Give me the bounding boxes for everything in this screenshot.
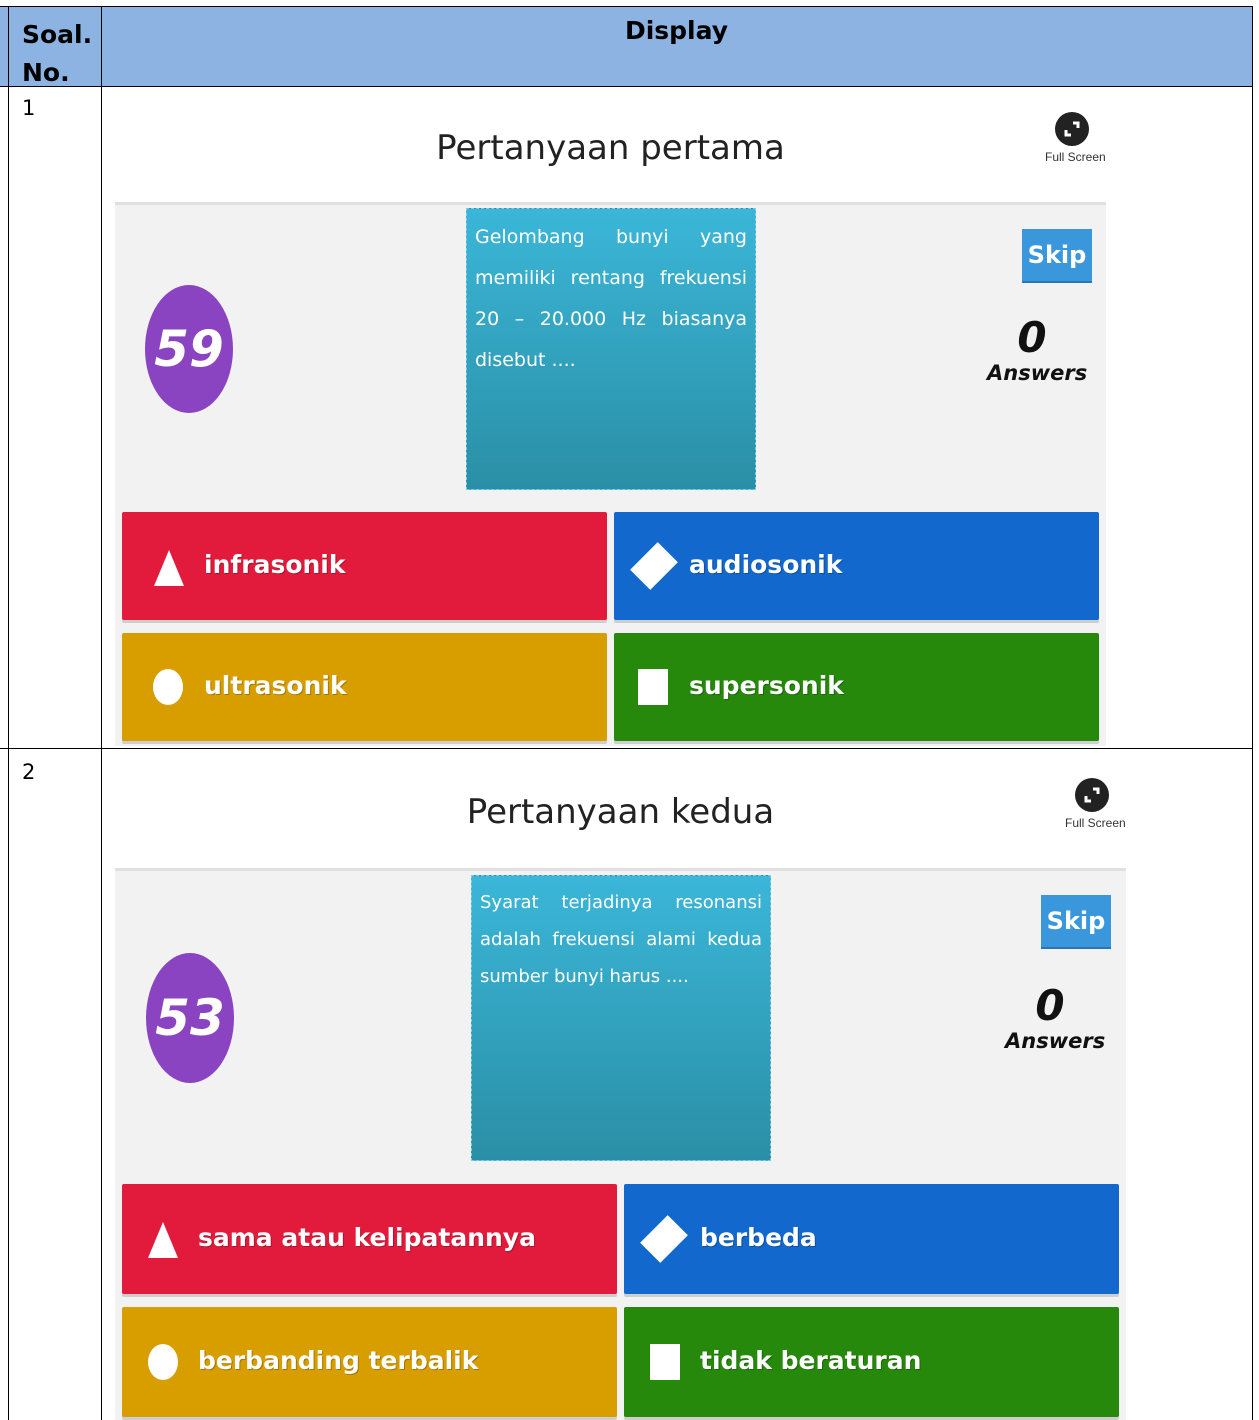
answer-text: sama atau kelipatannya	[198, 1223, 536, 1252]
circle-icon	[148, 1344, 178, 1380]
quiz-screenshot-2: Pertanyaan kedua Full Screen 53 Syarat t…	[115, 756, 1126, 1420]
circle-icon	[153, 669, 183, 705]
answer-option-red[interactable]: infrasonik	[122, 512, 607, 620]
page-title: Pertanyaan pertama	[436, 128, 785, 168]
diamond-icon	[630, 542, 678, 590]
answer-option-green[interactable]: tidak beraturan	[624, 1307, 1119, 1417]
fullscreen-label: Full Screen	[1045, 150, 1106, 164]
diamond-icon	[640, 1215, 688, 1263]
answers-counter: 0 Answers	[987, 313, 1088, 386]
square-icon	[638, 669, 668, 705]
table-border-header	[0, 86, 1253, 87]
quiz-body: 59 Gelombang bunyi yang memiliki rentang…	[115, 202, 1106, 746]
answer-option-blue[interactable]: berbeda	[624, 1184, 1119, 1294]
quiz-body: 53 Syarat terjadinya resonansi adalah fr…	[115, 868, 1126, 1420]
timer-badge: 59	[145, 285, 233, 413]
skip-button[interactable]: Skip	[1022, 229, 1092, 281]
answer-text: berbanding terbalik	[198, 1346, 479, 1375]
fullscreen-button[interactable]: Full Screen	[1065, 778, 1126, 830]
answers-count: 0	[1035, 981, 1065, 1030]
question-box: Syarat terjadinya resonansi adalah freku…	[471, 875, 771, 1161]
title-area: Pertanyaan kedua Full Screen	[115, 756, 1126, 871]
fullscreen-label: Full Screen	[1065, 816, 1126, 830]
answer-text: audiosonik	[689, 550, 843, 579]
table-border-right	[1252, 6, 1253, 1420]
answer-text: infrasonik	[204, 550, 346, 579]
page-title: Pertanyaan kedua	[466, 792, 775, 832]
answer-option-red[interactable]: sama atau kelipatannya	[122, 1184, 617, 1294]
answer-text: supersonik	[689, 671, 844, 700]
question-box: Gelombang bunyi yang memiliki rentang fr…	[466, 208, 756, 490]
answers-label: Answers	[987, 361, 1088, 385]
table-border-top	[0, 6, 1253, 7]
answer-text: tidak beraturan	[700, 1346, 922, 1375]
triangle-icon	[154, 550, 184, 586]
table-border-mid	[101, 6, 102, 1420]
answer-option-gold[interactable]: ultrasonik	[122, 633, 607, 741]
square-icon	[650, 1344, 680, 1380]
row-number: 2	[22, 760, 36, 784]
answers-counter: 0 Answers	[1005, 981, 1106, 1054]
row-number: 1	[22, 96, 36, 120]
title-area: Pertanyaan pertama Full Screen	[115, 90, 1106, 205]
answer-text: ultrasonik	[204, 671, 347, 700]
table-border-row	[0, 748, 1253, 749]
document-table: Soal. No. Display 1 Pertanyaan pertama F…	[0, 0, 1259, 1420]
answer-option-green[interactable]: supersonik	[614, 633, 1099, 741]
quiz-screenshot-1: Pertanyaan pertama Full Screen 59 Gelomb…	[115, 90, 1106, 746]
header-display: Display	[624, 16, 729, 45]
skip-button[interactable]: Skip	[1041, 895, 1111, 947]
table-border-left	[8, 6, 9, 1420]
answers-label: Answers	[1005, 1029, 1106, 1053]
fullscreen-button[interactable]: Full Screen	[1045, 112, 1106, 164]
answers-count: 0	[1017, 313, 1047, 362]
timer-badge: 53	[146, 953, 234, 1083]
fullscreen-icon	[1075, 778, 1109, 812]
table-header-row: Soal. No. Display	[0, 6, 1253, 87]
triangle-icon	[148, 1222, 178, 1258]
fullscreen-icon	[1055, 112, 1089, 146]
answer-option-gold[interactable]: berbanding terbalik	[122, 1307, 617, 1417]
answer-option-blue[interactable]: audiosonik	[614, 512, 1099, 620]
answer-text: berbeda	[700, 1223, 817, 1252]
